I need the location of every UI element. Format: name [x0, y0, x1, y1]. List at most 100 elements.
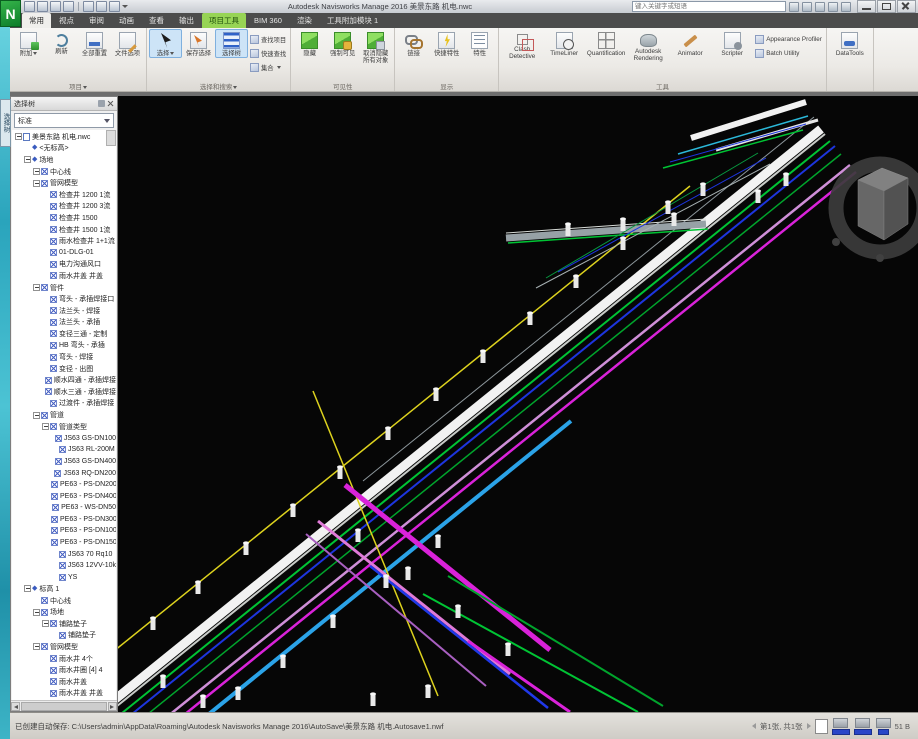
button-强制可见[interactable]: 强制可见 [326, 29, 359, 58]
tree-item[interactable]: 变径三通 - 定制 [12, 328, 116, 340]
expander-icon[interactable] [42, 423, 49, 430]
button-选择[interactable]: 选择 [149, 29, 182, 58]
close-icon[interactable] [107, 100, 114, 107]
button-查找项目[interactable]: 查找项目 [248, 33, 288, 46]
pipe-run[interactable] [118, 165, 850, 712]
expander-icon[interactable] [33, 168, 40, 175]
tree-item[interactable]: 雨水井盖 井盖 [12, 688, 116, 700]
pipe-run[interactable] [118, 146, 835, 712]
button-特性[interactable]: 特性 [463, 29, 496, 58]
manhole-cylinder[interactable] [665, 200, 671, 214]
tab-项目工具[interactable]: 项目工具 [202, 13, 246, 28]
manhole-cylinder[interactable] [573, 274, 579, 288]
tree-item[interactable]: 电力沟通风口 [12, 259, 116, 271]
scroll-left-icon[interactable] [11, 702, 20, 711]
tree-item[interactable]: PE63 - PS-DN100 [12, 525, 116, 537]
tab-常用[interactable]: 常用 [22, 13, 51, 28]
tree-item[interactable]: JS63 RL-200M [12, 444, 116, 456]
tree-item[interactable]: 检查井 1200 3流 [12, 201, 116, 213]
tab-查看[interactable]: 查看 [142, 13, 171, 28]
pipe-run[interactable] [118, 141, 830, 712]
tab-BIM 360[interactable]: BIM 360 [247, 13, 289, 28]
new-icon[interactable] [24, 1, 35, 12]
button-Clash Detective[interactable]: Clash Detective [501, 29, 543, 61]
tree-item[interactable]: JS63 GS-DN400 [12, 456, 116, 468]
tree-item[interactable]: 场地 [12, 606, 116, 618]
home-icon[interactable] [815, 2, 825, 12]
print-icon[interactable] [63, 1, 74, 12]
expander-icon[interactable] [33, 609, 40, 616]
tree-item[interactable]: 法兰头 - 焊接 [12, 305, 116, 317]
manhole-cylinder[interactable] [435, 534, 441, 548]
expander-icon[interactable] [24, 585, 31, 592]
minimize-button[interactable] [857, 0, 876, 13]
manhole-cylinder[interactable] [527, 311, 533, 325]
expander-icon[interactable] [33, 180, 40, 187]
viewport-3d[interactable] [118, 96, 918, 712]
expander-icon[interactable] [15, 133, 22, 140]
undo-icon[interactable] [83, 1, 94, 12]
button-保存选择[interactable]: 保存选择 [182, 29, 215, 58]
manhole-cylinder[interactable] [700, 182, 706, 196]
manhole-cylinder[interactable] [405, 566, 411, 580]
favorites-icon[interactable] [802, 2, 812, 12]
tree-mode-dropdown[interactable]: 标准 [14, 113, 114, 128]
button-刷新[interactable]: 刷新 [45, 29, 78, 56]
tree-item[interactable]: 雨水井盖 [12, 676, 116, 688]
dock-tab-selection-tree[interactable]: 选择树 [0, 99, 11, 147]
manhole-cylinder[interactable] [425, 684, 431, 698]
tree-item[interactable]: PE63 - PS-DN200 [12, 479, 116, 491]
tree-item[interactable]: 铺路垫子 [12, 618, 116, 630]
tree-item[interactable]: 变径 - 出图 [12, 363, 116, 375]
button-Autodesk Rendering[interactable]: Autodesk Rendering [627, 29, 669, 63]
button-选择树[interactable]: 选择树 [215, 29, 248, 58]
tree-item[interactable]: HB 弯头 - 承插 [12, 340, 116, 352]
tree-item[interactable]: PE63 - PS-DN400 [12, 490, 116, 502]
tree-item[interactable]: JS63 12VV-10k [12, 560, 116, 572]
button-快速查找[interactable]: 快速查找 [248, 47, 288, 60]
tree-item[interactable]: 弯头 - 焊接 [12, 351, 116, 363]
tab-输出[interactable]: 输出 [172, 13, 201, 28]
tree-item[interactable]: 过渡件 - 承插焊接 [12, 398, 116, 410]
tree-item[interactable]: 检查井 1500 1流 [12, 224, 116, 236]
manhole-cylinder[interactable] [150, 616, 156, 630]
tree-item[interactable]: ◆<无标高> [12, 143, 116, 155]
tree-item[interactable]: 中心线 [12, 166, 116, 178]
tree-vscrollbar[interactable] [106, 130, 116, 146]
scroll-thumb[interactable] [21, 702, 107, 711]
pipe-run[interactable] [546, 153, 758, 278]
tab-动画[interactable]: 动画 [112, 13, 141, 28]
pipe-run[interactable] [448, 576, 663, 706]
manhole-cylinder[interactable] [290, 503, 296, 517]
pipe-run[interactable] [691, 102, 806, 138]
manhole-cylinder[interactable] [337, 465, 343, 479]
manhole-cylinder[interactable] [385, 426, 391, 440]
tree-hscrollbar[interactable] [11, 700, 117, 711]
tree-item[interactable]: 中心线 [12, 595, 116, 607]
pin-icon[interactable] [98, 100, 105, 107]
tree-item[interactable]: 顺水四通 - 承插焊接 [12, 374, 116, 386]
expander-icon[interactable] [24, 156, 31, 163]
tree-item[interactable]: PE63 - PS-DN150 [12, 537, 116, 549]
tree-item[interactable]: 雨水井 4个 [12, 653, 116, 665]
tree-item[interactable]: 顺水三通 - 承插焊接 [12, 386, 116, 398]
group-label[interactable]: 项目 [10, 81, 146, 91]
tree-item[interactable]: ◆场地 [12, 154, 116, 166]
button-链接[interactable]: 链接 [397, 29, 430, 58]
manhole-cylinder[interactable] [195, 580, 201, 594]
tree-item[interactable]: YS [12, 572, 116, 584]
tab-视点[interactable]: 视点 [52, 13, 81, 28]
open-icon[interactable] [37, 1, 48, 12]
tree-item[interactable]: 雨水检查井 1+1流 [12, 235, 116, 247]
button-Batch Utility[interactable]: Batch Utility [753, 47, 824, 60]
manhole-cylinder[interactable] [620, 236, 626, 250]
tree-item[interactable]: 雨水井盖 井盖 [12, 270, 116, 282]
tree-item[interactable]: ◆标高 1 [12, 583, 116, 595]
button-Scripter[interactable]: Scripter [711, 29, 753, 58]
button-取消隐藏 所有对象[interactable]: 取消隐藏 所有对象 [359, 29, 392, 65]
next-sheet-icon[interactable] [807, 723, 811, 729]
manhole-cylinder[interactable] [433, 387, 439, 401]
pipe-run[interactable] [468, 641, 570, 712]
app-logo[interactable]: N [0, 0, 21, 27]
tree-item[interactable]: 铺路垫子 [12, 630, 116, 642]
